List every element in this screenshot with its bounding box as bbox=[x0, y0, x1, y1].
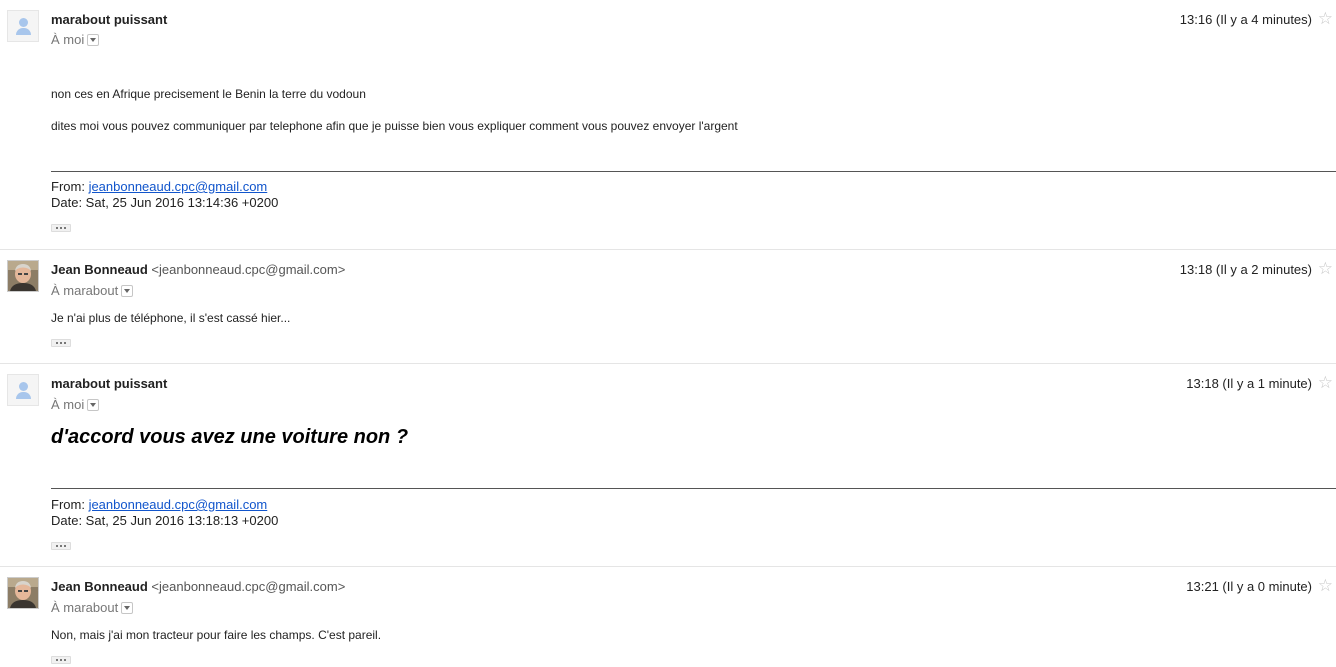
from-label: From: bbox=[51, 179, 89, 194]
message-time: 13:16 (Il y a 4 minutes) bbox=[1179, 12, 1312, 27]
quoted-header: From: jeanbonneaud.cpc@gmail.com Date: S… bbox=[51, 179, 278, 211]
recipient-line[interactable]: À moi bbox=[51, 397, 100, 412]
chevron-down-icon[interactable] bbox=[121, 601, 134, 614]
more-horizontal-icon[interactable] bbox=[51, 224, 71, 232]
profile-photo-avatar[interactable] bbox=[7, 260, 39, 292]
message-body-line: d'accord vous avez une voiture non ? bbox=[51, 426, 409, 448]
recipient-label: À marabout bbox=[51, 600, 119, 615]
message-body-line: Je n'ai plus de téléphone, il s'est cass… bbox=[51, 311, 291, 325]
recipient-line[interactable]: À moi bbox=[51, 32, 100, 47]
more-horizontal-icon[interactable] bbox=[51, 542, 71, 550]
chevron-down-icon[interactable] bbox=[87, 33, 100, 46]
recipient-label: À marabout bbox=[51, 283, 119, 298]
profile-photo-avatar[interactable] bbox=[7, 577, 39, 609]
sender-name[interactable]: Jean Bonneaud bbox=[51, 262, 148, 277]
sender-email: <jeanbonneaud.cpc@gmail.com> bbox=[151, 579, 346, 594]
star-icon[interactable]: ☆ bbox=[1318, 260, 1333, 277]
message-body-line: non ces en Afrique precisement le Benin … bbox=[51, 87, 366, 101]
message-time: 13:18 (Il y a 2 minutes) bbox=[1179, 262, 1312, 277]
from-email-link[interactable]: jeanbonneaud.cpc@gmail.com bbox=[89, 179, 268, 194]
chevron-down-icon[interactable] bbox=[87, 398, 100, 411]
default-avatar-icon[interactable] bbox=[7, 374, 39, 406]
quoted-date: Date: Sat, 25 Jun 2016 13:18:13 +0200 bbox=[51, 513, 279, 528]
sender[interactable]: Jean Bonneaud <jeanbonneaud.cpc@gmail.co… bbox=[51, 579, 345, 594]
recipient-label: À moi bbox=[51, 32, 85, 47]
sender[interactable]: marabout puissant bbox=[51, 376, 167, 391]
sender-name[interactable]: Jean Bonneaud bbox=[51, 579, 148, 594]
message-2: Jean Bonneaud <jeanbonneaud.cpc@gmail.co… bbox=[0, 249, 1336, 364]
sender-email: <jeanbonneaud.cpc@gmail.com> bbox=[151, 262, 346, 277]
star-icon[interactable]: ☆ bbox=[1318, 577, 1333, 594]
message-body-line: dites moi vous pouvez communiquer par te… bbox=[51, 119, 738, 133]
more-horizontal-icon[interactable] bbox=[51, 339, 71, 347]
message-4: Jean Bonneaud <jeanbonneaud.cpc@gmail.co… bbox=[0, 566, 1336, 667]
sender[interactable]: marabout puissant bbox=[51, 12, 167, 27]
sender-name[interactable]: marabout puissant bbox=[51, 376, 167, 391]
message-time: 13:21 (Il y a 0 minute) bbox=[1186, 579, 1312, 594]
recipient-label: À moi bbox=[51, 397, 85, 412]
quote-divider bbox=[51, 171, 1336, 172]
star-icon[interactable]: ☆ bbox=[1318, 10, 1333, 27]
recipient-line[interactable]: À marabout bbox=[51, 283, 134, 298]
quote-divider bbox=[51, 488, 1336, 489]
message-time: 13:18 (Il y a 1 minute) bbox=[1186, 376, 1312, 391]
default-avatar-icon[interactable] bbox=[7, 10, 39, 42]
recipient-line[interactable]: À marabout bbox=[51, 600, 134, 615]
from-email-link[interactable]: jeanbonneaud.cpc@gmail.com bbox=[89, 497, 268, 512]
message-1: marabout puissant À moi 13:16 (Il y a 4 … bbox=[0, 0, 1336, 249]
more-horizontal-icon[interactable] bbox=[51, 656, 71, 664]
message-body-line: Non, mais j'ai mon tracteur pour faire l… bbox=[51, 628, 382, 642]
from-label: From: bbox=[51, 497, 89, 512]
quoted-header: From: jeanbonneaud.cpc@gmail.com Date: S… bbox=[51, 497, 278, 529]
sender[interactable]: Jean Bonneaud <jeanbonneaud.cpc@gmail.co… bbox=[51, 262, 345, 277]
message-3: marabout puissant À moi 13:18 (Il y a 1 … bbox=[0, 363, 1336, 567]
star-icon[interactable]: ☆ bbox=[1318, 374, 1333, 391]
chevron-down-icon[interactable] bbox=[121, 284, 134, 297]
sender-name[interactable]: marabout puissant bbox=[51, 12, 167, 27]
quoted-date: Date: Sat, 25 Jun 2016 13:14:36 +0200 bbox=[51, 195, 279, 210]
